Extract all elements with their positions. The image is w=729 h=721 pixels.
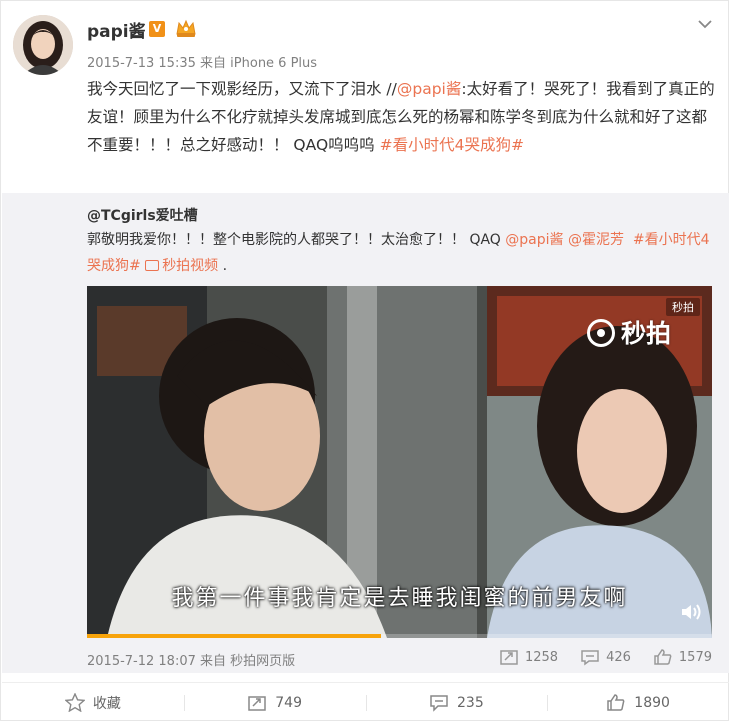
comment-count: 426 — [606, 649, 631, 665]
like-icon — [654, 649, 672, 665]
repost-stat-comments[interactable]: 426 — [580, 648, 631, 666]
repost-text-part1: 郭敬明我爱你！！！整个电影院的人都哭了！！太治愈了！！ QAQ — [87, 232, 506, 248]
watermark-big-text: 秒拍 — [621, 319, 672, 348]
like-button-count: 1890 — [634, 694, 670, 711]
repost-date[interactable]: 2015-7-12 18:07 — [87, 654, 196, 669]
repost-button-count: 749 — [275, 694, 302, 711]
comment-icon — [581, 650, 599, 666]
weibo-card: papi酱 V 2015-7-13 15:35 来自 iPhone 6 Plus… — [0, 0, 729, 721]
miaopai-logo-icon — [587, 319, 615, 347]
repost-icon — [248, 696, 266, 711]
chevron-down-icon[interactable] — [696, 15, 714, 33]
repost-meta: 2015-7-12 18:07 来自 秒拍网页版 — [87, 650, 295, 669]
source-prefix: 来自 — [200, 56, 227, 71]
action-bar: 收藏 749 235 1890 — [2, 682, 729, 721]
post-text-part1: 我今天回忆了一下观影经历，又流下了泪水 // — [87, 80, 397, 98]
post-source[interactable]: iPhone 6 Plus — [230, 56, 317, 71]
video-progress-fill — [87, 634, 381, 638]
mention-link[interactable]: @papi酱 — [397, 80, 461, 98]
verified-badge-icon: V — [149, 21, 165, 37]
comment-icon — [430, 695, 448, 712]
repost-icon — [500, 650, 518, 665]
vip-crown-icon[interactable] — [175, 18, 197, 38]
video-clip-icon — [145, 260, 160, 271]
repost-stat-reposts[interactable]: 1258 — [499, 648, 558, 666]
post-meta: 2015-7-13 15:35 来自 iPhone 6 Plus — [87, 52, 317, 71]
repost-stat-likes[interactable]: 1579 — [653, 648, 712, 666]
video-subtitle: 我第一件事我肯定是去睡我闺蜜的前男友啊 — [171, 586, 628, 611]
repost-count: 1258 — [524, 649, 559, 665]
video-link[interactable]: 秒拍视频 — [145, 258, 218, 274]
repost-button[interactable]: 749 — [183, 683, 366, 721]
hashtag-link[interactable]: #看小时代4哭成狗# — [380, 136, 524, 154]
repost-source[interactable]: 秒拍网页版 — [230, 654, 295, 669]
repost-stats: 1258 426 1579 — [499, 648, 712, 666]
star-icon — [64, 693, 85, 712]
username[interactable]: papi酱 — [87, 17, 146, 42]
video-progress-bar[interactable] — [87, 634, 712, 638]
repost-text: 郭敬明我爱你！！！整个电影院的人都哭了！！太治愈了！！ QAQ @papi酱 @… — [87, 227, 717, 279]
favorite-button[interactable]: 收藏 — [2, 683, 184, 721]
repost-source-prefix: 来自 — [200, 654, 227, 669]
video-link-label: 秒拍视频 — [162, 258, 219, 274]
repost-trailing: . — [222, 258, 228, 274]
repost-mention-1[interactable]: @papi酱 — [505, 232, 563, 248]
like-icon — [607, 694, 625, 711]
post-date[interactable]: 2015-7-13 15:35 — [87, 56, 196, 71]
repost-mention-2[interactable]: @霍泥芳 — [568, 232, 624, 248]
volume-icon[interactable] — [680, 602, 702, 622]
watermark-small: 秒拍 — [666, 298, 700, 316]
favorite-label: 收藏 — [92, 695, 121, 712]
like-button[interactable]: 1890 — [547, 683, 729, 721]
watermark-big: 秒拍 — [587, 314, 671, 350]
post-text: 我今天回忆了一下观影经历，又流下了泪水 //@papi酱:太好看了！哭死了！我看… — [87, 75, 719, 159]
like-count: 1579 — [678, 649, 712, 665]
video-player[interactable]: 秒拍 秒拍 我第一件事我肯定是去睡我闺蜜的前男友啊 — [87, 286, 712, 638]
comment-button-count: 235 — [457, 694, 484, 711]
avatar[interactable] — [13, 15, 73, 75]
repost-author[interactable]: @TCgirls爱吐槽 — [87, 205, 198, 225]
comment-button[interactable]: 235 — [365, 683, 548, 721]
